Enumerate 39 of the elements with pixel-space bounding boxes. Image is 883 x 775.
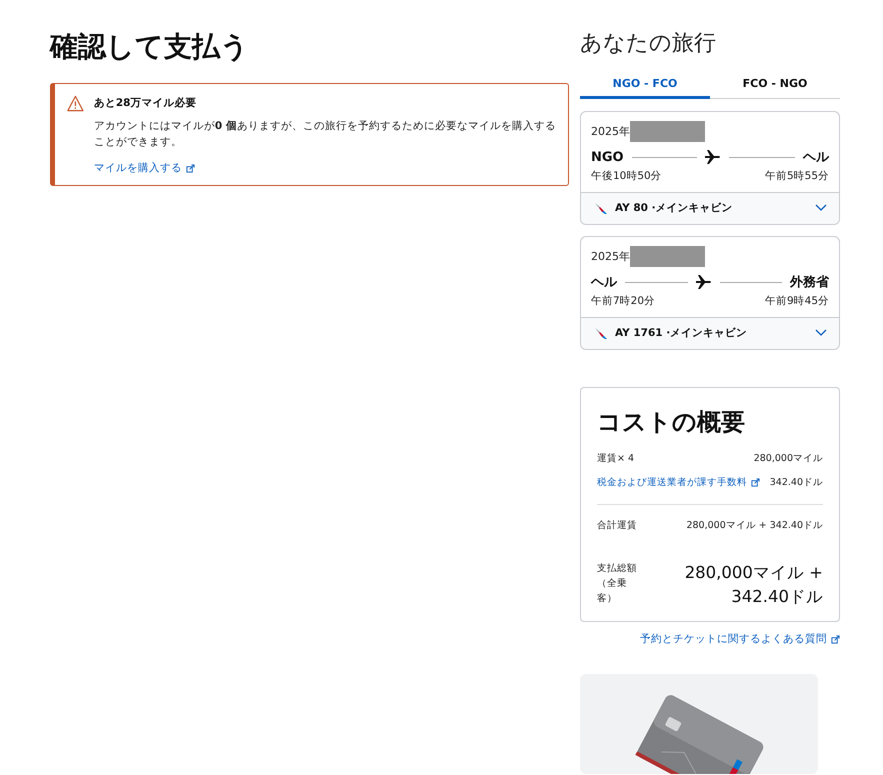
arrival-time: 午前9時45分 — [764, 294, 829, 308]
external-link-icon — [186, 164, 195, 172]
airline-logo-icon — [595, 327, 607, 339]
trip-title: あなたの旅行 — [580, 30, 717, 58]
warning-icon — [67, 94, 84, 113]
external-link-icon — [751, 478, 760, 487]
destination-code: ヘル — [803, 149, 830, 166]
flight-details-toggle[interactable]: AY 80 ·メインキャビン — [581, 192, 839, 224]
alert-title: あと28万マイル必要 — [94, 96, 198, 111]
airplane-icon — [705, 150, 722, 164]
flight-date: 2025年 — [591, 248, 630, 264]
origin-code: ヘル — [591, 274, 617, 291]
arrival-time: 午前5時55分 — [764, 169, 829, 183]
faq-link[interactable]: 予約とチケットに関するよくある質問 — [640, 632, 840, 646]
fees-link[interactable]: 税金および運送業者が課す手数料 — [597, 476, 760, 489]
external-link-icon — [831, 634, 840, 644]
departure-time: 午前7時20分 — [591, 294, 656, 308]
airline-logo-icon — [595, 202, 607, 214]
cost-title: コストの概要 — [597, 407, 746, 438]
chevron-icon — [815, 329, 827, 337]
destination-code: 外務省 — [790, 274, 829, 291]
departure-time: 午後10時50分 — [591, 169, 662, 183]
cost-value: 342.40ドル — [770, 476, 823, 489]
flight-date: 2025年 — [591, 124, 630, 138]
total-label: 支払総額（全乗客） — [597, 562, 637, 606]
cost-value: 280,000マイル — [754, 452, 823, 465]
alert-message: アカウントにはマイルが0 個ありますが、この旅行を予約するために必要なマイルを購入することができます。 — [94, 119, 556, 150]
total-value: 280,000マイル + 342.40ドル — [684, 562, 823, 608]
flight-details-toggle[interactable]: AY 1761 ·メインキャビン — [581, 317, 839, 349]
page-title: 確認して支払う — [50, 29, 250, 65]
airplane-icon — [696, 275, 712, 289]
chevron-icon — [815, 204, 827, 212]
origin-code: NGO — [591, 150, 624, 164]
cost-label: 運賃× 4 — [597, 452, 634, 465]
route-tab[interactable]: NGO - FCO — [580, 73, 710, 99]
subtotal-value: 280,000マイル + 342.40ドル — [686, 519, 823, 532]
subtotal-label: 合計運賃 — [597, 519, 637, 532]
buy-miles-link[interactable]: マイルを購入する — [94, 161, 195, 175]
route-tab[interactable]: FCO - NGO — [710, 73, 840, 99]
